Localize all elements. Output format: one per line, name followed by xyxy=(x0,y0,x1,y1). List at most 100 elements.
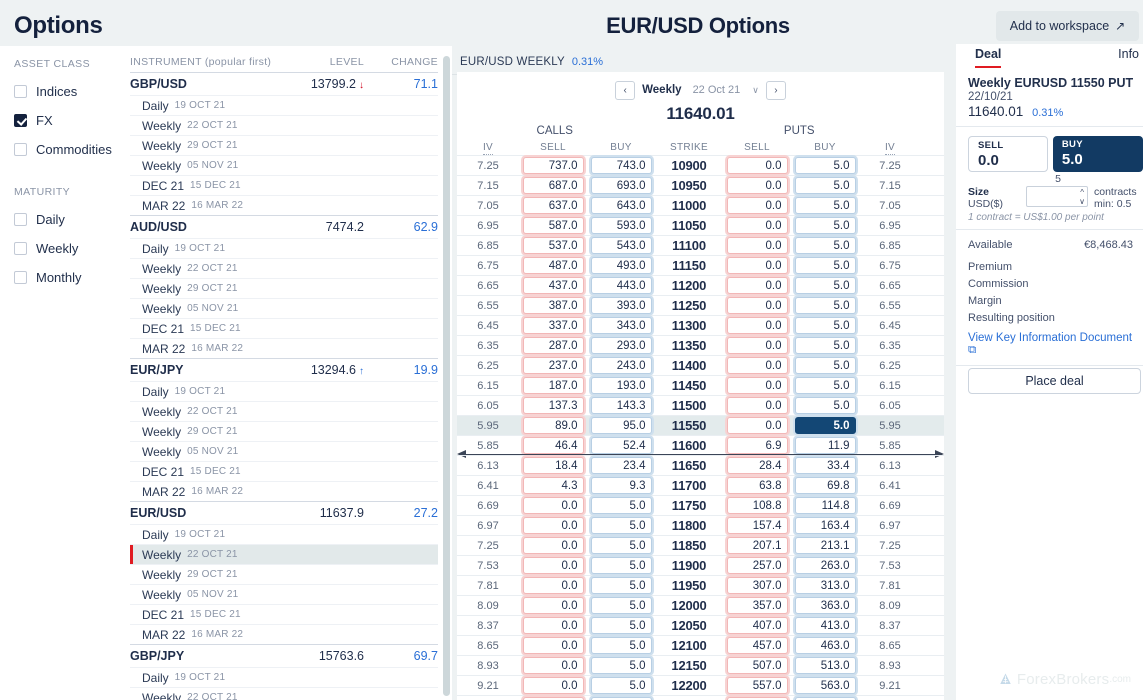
maturity-row[interactable]: Weekly 29 OCT 21 xyxy=(130,135,438,155)
maturity-row[interactable]: MAR 22 16 MAR 22 xyxy=(130,624,438,644)
chevron-down-icon[interactable]: ∨ xyxy=(752,85,759,96)
put-buy-cell[interactable]: 5.0 xyxy=(794,297,856,314)
put-sell-cell[interactable]: 207.1 xyxy=(726,537,788,554)
call-buy-cell[interactable]: 5.0 xyxy=(590,677,652,694)
instrument-row[interactable]: AUD/USD 7474.2 62.9 xyxy=(130,215,438,238)
put-sell-cell[interactable]: 0.0 xyxy=(726,337,788,354)
call-buy-cell[interactable]: 5.0 xyxy=(590,597,652,614)
call-buy-cell[interactable]: 543.0 xyxy=(590,237,652,254)
put-buy-cell[interactable]: 69.8 xyxy=(794,477,856,494)
put-sell-cell[interactable]: 0.0 xyxy=(726,237,788,254)
call-sell-cell[interactable]: 687.0 xyxy=(522,177,584,194)
call-sell-cell[interactable]: 0.0 xyxy=(522,617,584,634)
put-sell-cell[interactable]: 307.0 xyxy=(726,577,788,594)
maturity-row[interactable]: Weekly 29 OCT 21 xyxy=(130,278,438,298)
put-buy-cell[interactable]: 5.0 xyxy=(794,177,856,194)
call-buy-cell[interactable]: 5.0 xyxy=(590,497,652,514)
put-sell-cell[interactable]: 0.0 xyxy=(726,197,788,214)
call-buy-cell[interactable]: 5.0 xyxy=(590,517,652,534)
call-sell-cell[interactable]: 0.0 xyxy=(522,637,584,654)
maturity-row[interactable]: Weekly 22 OCT 21 xyxy=(130,544,438,564)
filter-maturity-daily[interactable]: Daily xyxy=(14,207,130,231)
put-sell-cell[interactable]: 63.8 xyxy=(726,477,788,494)
put-buy-cell[interactable]: 5.0 xyxy=(794,417,856,434)
call-buy-cell[interactable]: 643.0 xyxy=(590,197,652,214)
put-sell-cell[interactable]: 257.0 xyxy=(726,557,788,574)
call-buy-cell[interactable]: 23.4 xyxy=(590,457,652,474)
put-buy-cell[interactable]: 5.0 xyxy=(794,317,856,334)
tab-info[interactable]: Info xyxy=(1118,44,1139,68)
put-buy-cell[interactable]: 5.0 xyxy=(794,257,856,274)
put-buy-cell[interactable]: 5.0 xyxy=(794,377,856,394)
call-buy-cell[interactable]: 743.0 xyxy=(590,157,652,174)
call-buy-cell[interactable]: 5.0 xyxy=(590,617,652,634)
call-sell-cell[interactable]: 18.4 xyxy=(522,457,584,474)
call-buy-cell[interactable]: 393.0 xyxy=(590,297,652,314)
instrument-row[interactable]: EUR/JPY 13294.6 ↑ 19.9 xyxy=(130,358,438,381)
kid-link[interactable]: View Key Information Document ⧉ xyxy=(956,326,1143,365)
put-buy-cell[interactable]: 513.0 xyxy=(794,657,856,674)
put-sell-cell[interactable]: 0.0 xyxy=(726,177,788,194)
maturity-row[interactable]: MAR 22 16 MAR 22 xyxy=(130,195,438,215)
filter-asset-fx[interactable]: FX xyxy=(14,108,130,132)
instrument-row[interactable]: GBP/JPY 15763.6 69.7 xyxy=(130,644,438,667)
maturity-row[interactable]: Daily 19 OCT 21 xyxy=(130,524,438,544)
call-buy-cell[interactable]: 5.0 xyxy=(590,537,652,554)
put-buy-cell[interactable]: 213.1 xyxy=(794,537,856,554)
call-buy-cell[interactable]: 5.0 xyxy=(590,577,652,594)
call-buy-cell[interactable]: 5.0 xyxy=(590,637,652,654)
put-sell-cell[interactable]: 0.0 xyxy=(726,417,788,434)
put-buy-cell[interactable]: 463.0 xyxy=(794,637,856,654)
put-sell-cell[interactable]: 0.0 xyxy=(726,297,788,314)
put-sell-cell[interactable]: 0.0 xyxy=(726,317,788,334)
call-sell-cell[interactable]: 637.0 xyxy=(522,197,584,214)
put-sell-cell[interactable]: 0.0 xyxy=(726,217,788,234)
put-sell-cell[interactable]: 507.0 xyxy=(726,657,788,674)
put-buy-cell[interactable]: 263.0 xyxy=(794,557,856,574)
put-buy-cell[interactable]: 363.0 xyxy=(794,597,856,614)
checkbox-monthly[interactable] xyxy=(14,270,27,284)
put-sell-cell[interactable]: 0.0 xyxy=(726,357,788,374)
maturity-row[interactable]: Daily 19 OCT 21 xyxy=(130,667,438,687)
call-sell-cell[interactable]: 46.4 xyxy=(522,437,584,454)
maturity-row[interactable]: Weekly 29 OCT 21 xyxy=(130,564,438,584)
maturity-row[interactable]: Weekly 29 OCT 21 xyxy=(130,421,438,441)
call-sell-cell[interactable]: 187.0 xyxy=(522,377,584,394)
call-buy-cell[interactable]: 343.0 xyxy=(590,317,652,334)
checkbox-indices[interactable] xyxy=(14,84,27,98)
put-buy-cell[interactable]: 33.4 xyxy=(794,457,856,474)
sell-button[interactable]: SELL 0.0 xyxy=(968,136,1048,172)
tab-deal[interactable]: Deal xyxy=(975,44,1002,69)
maturity-row[interactable]: DEC 21 15 DEC 21 xyxy=(130,461,438,481)
put-buy-cell[interactable]: 5.0 xyxy=(794,217,856,234)
maturity-row[interactable]: Weekly 22 OCT 21 xyxy=(130,687,438,700)
filter-asset-commodities[interactable]: Commodities xyxy=(14,137,130,161)
maturity-row[interactable]: DEC 21 15 DEC 21 xyxy=(130,175,438,195)
next-expiry-button[interactable]: › xyxy=(765,80,786,100)
call-sell-cell[interactable]: 587.0 xyxy=(522,217,584,234)
put-buy-cell[interactable]: 563.0 xyxy=(794,677,856,694)
put-buy-cell[interactable]: 5.0 xyxy=(794,277,856,294)
put-sell-cell[interactable]: 108.8 xyxy=(726,497,788,514)
prev-expiry-button[interactable]: ‹ xyxy=(615,80,636,100)
call-sell-cell[interactable]: 537.0 xyxy=(522,237,584,254)
place-deal-button[interactable]: Place deal xyxy=(968,368,1141,394)
call-buy-cell[interactable]: 493.0 xyxy=(590,257,652,274)
filter-asset-indices[interactable]: Indices xyxy=(14,79,130,103)
put-buy-cell[interactable]: 5.0 xyxy=(794,397,856,414)
call-buy-cell[interactable]: 443.0 xyxy=(590,277,652,294)
checkbox-daily[interactable] xyxy=(14,212,27,226)
call-buy-cell[interactable]: 243.0 xyxy=(590,357,652,374)
call-sell-cell[interactable]: 337.0 xyxy=(522,317,584,334)
put-sell-cell[interactable]: 407.0 xyxy=(726,617,788,634)
maturity-row[interactable]: Weekly 05 NOV 21 xyxy=(130,298,438,318)
sidebar-scrollbar[interactable] xyxy=(443,56,450,696)
put-buy-cell[interactable]: 5.0 xyxy=(794,157,856,174)
put-sell-cell[interactable]: 0.0 xyxy=(726,157,788,174)
instrument-row[interactable]: EUR/USD 11637.9 27.2 xyxy=(130,501,438,524)
maturity-row[interactable]: Weekly 22 OCT 21 xyxy=(130,401,438,421)
add-to-workspace-button[interactable]: Add to workspace ↗ xyxy=(996,11,1139,41)
maturity-row[interactable]: Weekly 05 NOV 21 xyxy=(130,584,438,604)
put-sell-cell[interactable]: 357.0 xyxy=(726,597,788,614)
call-buy-cell[interactable]: 5.0 xyxy=(590,557,652,574)
